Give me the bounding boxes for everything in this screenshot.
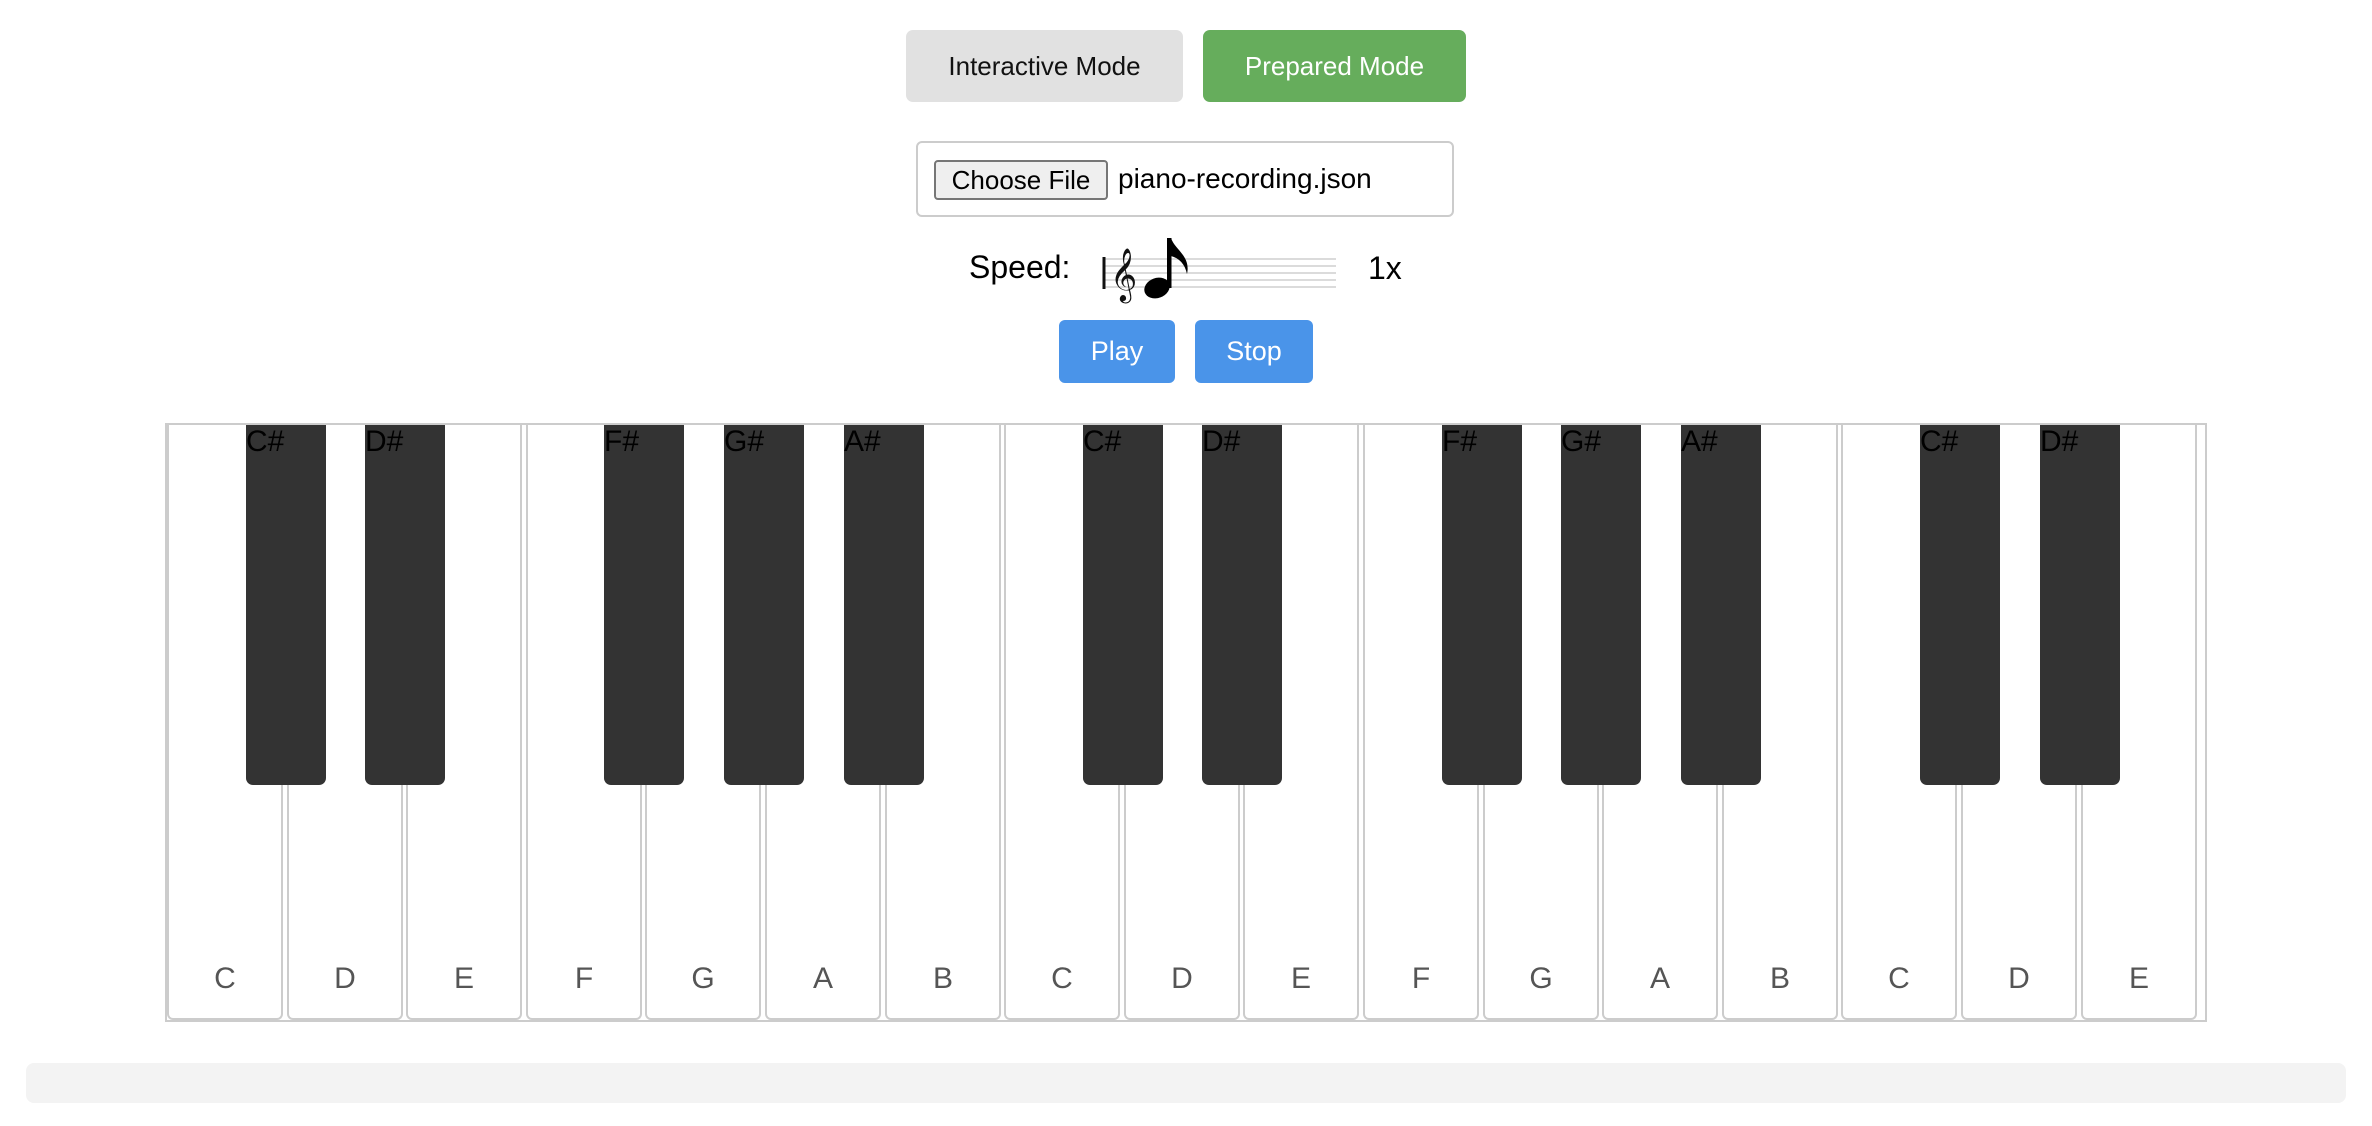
eighth-note-icon[interactable]	[1141, 238, 1188, 302]
white-key-label: D	[334, 962, 356, 995]
selected-file-name: piano-recording.json	[1118, 163, 1372, 194]
black-key-c-sharp[interactable]: C#	[246, 425, 326, 785]
black-key-g-sharp[interactable]: G#	[1561, 425, 1641, 785]
white-key-label: C	[1051, 962, 1073, 995]
black-key-label: A#	[1681, 425, 1718, 458]
black-key-label: D#	[1202, 425, 1241, 458]
white-key-label: B	[932, 962, 953, 995]
black-key-d-sharp[interactable]: D#	[2040, 425, 2120, 785]
black-key-d-sharp[interactable]: D#	[365, 425, 445, 785]
white-key-label: E	[2128, 962, 2149, 995]
treble-clef-icon: 𝄞	[1110, 247, 1137, 303]
black-key-a-sharp[interactable]: A#	[844, 425, 924, 785]
black-key-c-sharp[interactable]: C#	[1083, 425, 1163, 785]
black-key-label: C#	[1083, 425, 1122, 458]
white-key-label: F	[1411, 962, 1431, 995]
white-key-label: B	[1769, 962, 1790, 995]
white-key-label: E	[453, 962, 474, 995]
white-key-label: D	[1171, 962, 1193, 995]
file-input[interactable]: Choose File piano-recording.json	[916, 141, 1454, 217]
play-button[interactable]: Play	[1059, 320, 1175, 383]
interactive-mode-button[interactable]: Interactive Mode	[906, 30, 1183, 102]
playback-progress-bar	[26, 1063, 2346, 1103]
black-key-a-sharp[interactable]: A#	[1681, 425, 1761, 785]
white-key-label: F	[574, 962, 594, 995]
white-key-label: C	[214, 962, 236, 995]
speed-slider[interactable]: 𝄞	[1096, 236, 1336, 306]
black-key-d-sharp[interactable]: D#	[1202, 425, 1282, 785]
black-key-label: D#	[365, 425, 404, 458]
white-key-label: G	[1529, 962, 1553, 995]
prepared-mode-button[interactable]: Prepared Mode	[1203, 30, 1466, 102]
speed-value: 1x	[1368, 250, 1402, 286]
stop-button[interactable]: Stop	[1195, 320, 1313, 383]
black-key-label: C#	[1920, 425, 1959, 458]
mode-toggle-bar: Interactive Mode Prepared Mode	[0, 30, 2372, 102]
white-key-label: G	[691, 962, 715, 995]
black-key-c-sharp[interactable]: C#	[1920, 425, 2000, 785]
black-key-label: G#	[724, 425, 765, 458]
black-key-f-sharp[interactable]: F#	[604, 425, 684, 785]
white-key-label: E	[1290, 962, 1311, 995]
white-key-label: D	[2008, 962, 2030, 995]
speed-label: Speed:	[969, 249, 1071, 285]
black-key-label: G#	[1561, 425, 1602, 458]
white-key-label: A	[1649, 962, 1670, 995]
black-key-label: A#	[844, 425, 881, 458]
black-key-f-sharp[interactable]: F#	[1442, 425, 1522, 785]
black-key-label: C#	[246, 425, 285, 458]
choose-file-button[interactable]: Choose File	[934, 160, 1108, 200]
white-key-label: A	[812, 962, 833, 995]
white-key-label: C	[1888, 962, 1910, 995]
black-key-g-sharp[interactable]: G#	[724, 425, 804, 785]
black-key-label: D#	[2040, 425, 2079, 458]
staff-lines	[1104, 258, 1336, 288]
piano-keyboard: C D E F G A B C D E F G A B C D E C# D# F# G# A# C# D# F# G# A# C# D…	[165, 423, 2207, 1022]
black-key-label: F#	[604, 425, 640, 458]
black-key-label: F#	[1442, 425, 1478, 458]
